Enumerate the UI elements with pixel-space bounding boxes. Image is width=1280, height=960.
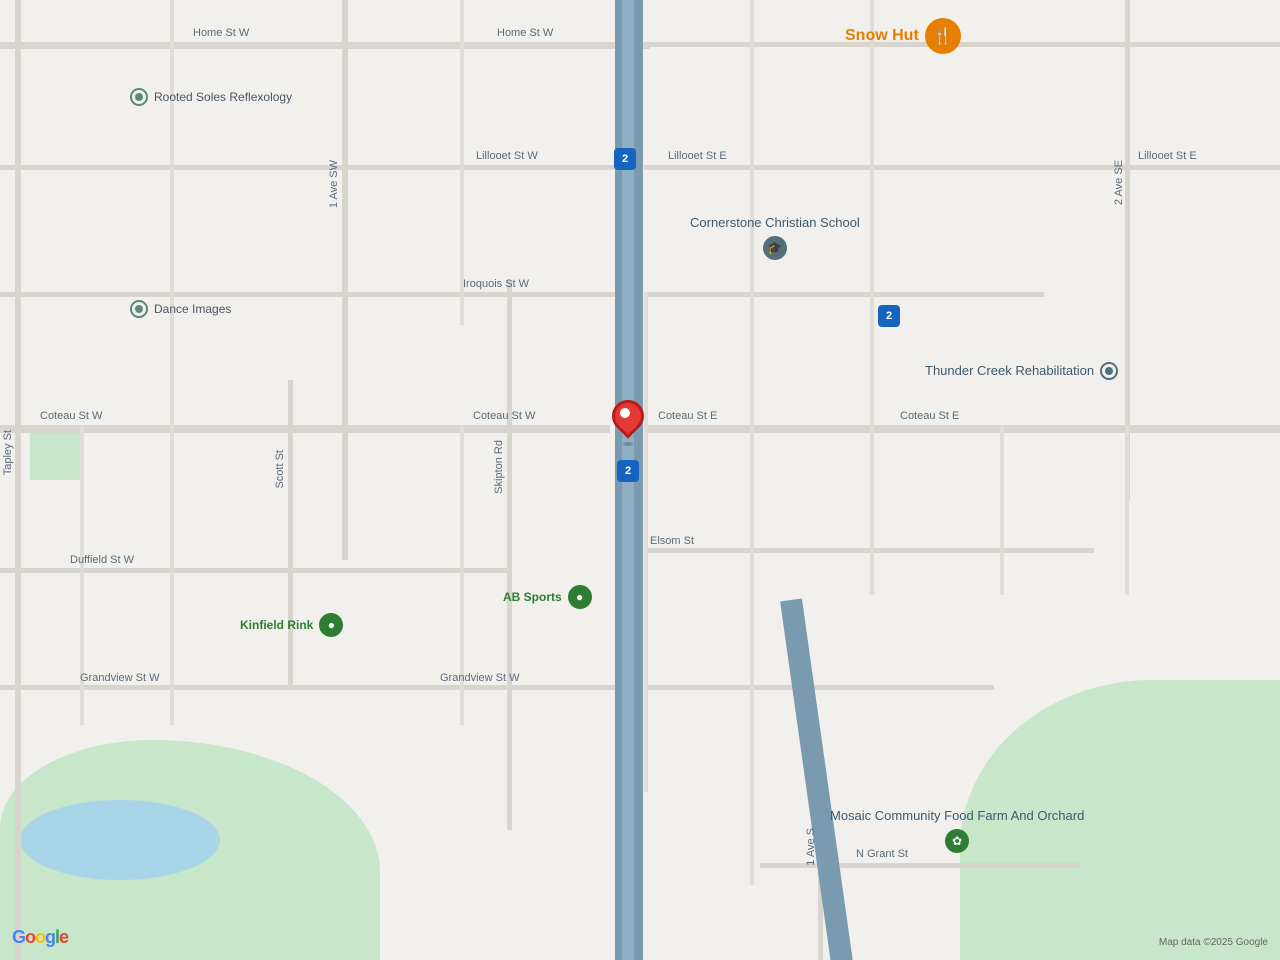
snow-hut-icon: 🍴 <box>925 18 961 54</box>
google-g2: g <box>45 927 55 947</box>
one-ave-sw-road <box>342 0 348 560</box>
kinfield-rink-label: Kinfield Rink <box>240 618 313 632</box>
google-e: e <box>59 927 68 947</box>
highway-badge-pin: 2 <box>617 460 639 482</box>
grandview-st-w-label-2: Grandview St W <box>440 672 519 684</box>
cornerstone-school-marker: 🎓 <box>763 236 787 260</box>
pin-shadow <box>623 442 633 446</box>
google-logo: Google <box>12 927 68 948</box>
minor-road-9 <box>750 0 754 170</box>
iroquois-st-w-road <box>0 292 618 297</box>
coteau-st-w-label-2: Coteau St W <box>473 410 535 422</box>
home-st-w-road <box>0 42 650 49</box>
scott-st-road <box>288 380 293 690</box>
minor-road-5 <box>170 425 174 725</box>
elsom-st-label: Elsom St <box>650 535 694 547</box>
rooted-soles-marker <box>130 88 148 106</box>
coteau-st-w-label-1: Coteau St W <box>40 410 102 422</box>
tapley-st-road <box>15 0 21 960</box>
coteau-st-e-road <box>644 425 1280 433</box>
iroquois-st-e-road <box>644 292 1044 297</box>
location-pin <box>612 400 644 446</box>
dance-images-label: Dance Images <box>154 302 231 316</box>
mosaic-farm-label: Mosaic Community Food Farm And Orchard <box>830 808 1084 825</box>
minor-road-3 <box>460 165 464 325</box>
map-attribution: Map data ©2025 Google <box>1159 937 1268 948</box>
rooted-soles-label: Rooted Soles Reflexology <box>154 90 292 104</box>
cornerstone-school-label: Cornerstone Christian School <box>690 215 860 232</box>
snow-hut-place[interactable]: Snow Hut 🍴 <box>845 18 961 54</box>
grandview-st-w-road <box>0 685 615 690</box>
highway-badge-right: 2 <box>878 305 900 327</box>
one-ave-sw-label: 1 Ave SW <box>328 160 340 208</box>
ab-sports-label: AB Sports <box>503 590 562 604</box>
ab-sports-place[interactable]: AB Sports ● <box>503 585 592 609</box>
dance-images-marker <box>130 300 148 318</box>
minor-road-16 <box>1125 425 1129 595</box>
highway-badge-top: 2 <box>614 148 636 170</box>
skipton-rd-road <box>507 280 512 830</box>
two-ave-se-label: 2 Ave SE <box>1113 160 1125 205</box>
grandview-st-e-road <box>644 685 994 690</box>
google-g: G <box>12 927 25 947</box>
google-o1: o <box>25 927 35 947</box>
kinfield-rink-place[interactable]: Kinfield Rink ● <box>240 613 343 637</box>
lillooet-st-w-road <box>0 165 620 170</box>
snow-hut-label: Snow Hut <box>845 27 919 45</box>
lillooet-st-w-label: Lillooet St W <box>476 150 538 162</box>
minor-road-2 <box>460 0 464 170</box>
minor-road-8 <box>644 292 648 792</box>
home-st-w-label-2: Home St W <box>497 27 553 39</box>
dance-images-place[interactable]: Dance Images <box>130 300 231 318</box>
thunder-creek-label: Thunder Creek Rehabilitation <box>925 363 1094 380</box>
one-ave-s-label: 1 Ave S <box>805 828 817 866</box>
minor-road-17 <box>750 685 754 885</box>
home-st-e-road <box>650 42 1280 47</box>
coteau-st-e-label-2: Coteau St E <box>900 410 959 422</box>
elsom-st-road <box>644 548 1094 553</box>
river-water <box>20 800 220 880</box>
minor-road-14 <box>870 425 874 595</box>
coteau-st-w-road <box>0 425 610 433</box>
grandview-st-w-label-1: Grandview St W <box>80 672 159 684</box>
mosaic-farm-place[interactable]: Mosaic Community Food Farm And Orchard ✿ <box>830 808 1084 853</box>
skipton-rd-label: Skipton Rd <box>493 440 505 494</box>
home-st-w-label-1: Home St W <box>193 27 249 39</box>
ab-sports-marker: ● <box>568 585 592 609</box>
duffield-st-w-road <box>0 568 510 573</box>
pin-dot <box>620 408 630 418</box>
coteau-st-e-label-1: Coteau St E <box>658 410 717 422</box>
google-o2: o <box>35 927 45 947</box>
lillooet-st-e-label-1: Lillooet St E <box>668 150 727 162</box>
duffield-st-label: Duffield St W <box>70 554 134 566</box>
kinfield-rink-marker: ● <box>319 613 343 637</box>
scott-st-label: Scott St <box>274 450 286 489</box>
minor-road-12 <box>870 165 874 465</box>
cornerstone-school-place[interactable]: Cornerstone Christian School 🎓 <box>690 215 860 260</box>
green-area-park <box>30 430 80 480</box>
rooted-soles-place[interactable]: Rooted Soles Reflexology <box>130 88 292 106</box>
map-container[interactable]: ↓ 2 Home St W Home St W Lillooet St W Li… <box>0 0 1280 960</box>
lillooet-st-e-road <box>644 165 1280 170</box>
iroquois-st-w-label: Iroquois St W <box>463 278 529 290</box>
minor-road-15 <box>1000 425 1004 595</box>
tapley-st-label: Tapley St <box>2 430 14 475</box>
thunder-creek-place[interactable]: Thunder Creek Rehabilitation <box>925 362 1118 380</box>
mosaic-farm-marker: ✿ <box>945 829 969 853</box>
minor-road-11 <box>750 165 754 465</box>
thunder-creek-marker <box>1100 362 1118 380</box>
lillooet-st-e-label-2: Lillooet St E <box>1138 150 1197 162</box>
